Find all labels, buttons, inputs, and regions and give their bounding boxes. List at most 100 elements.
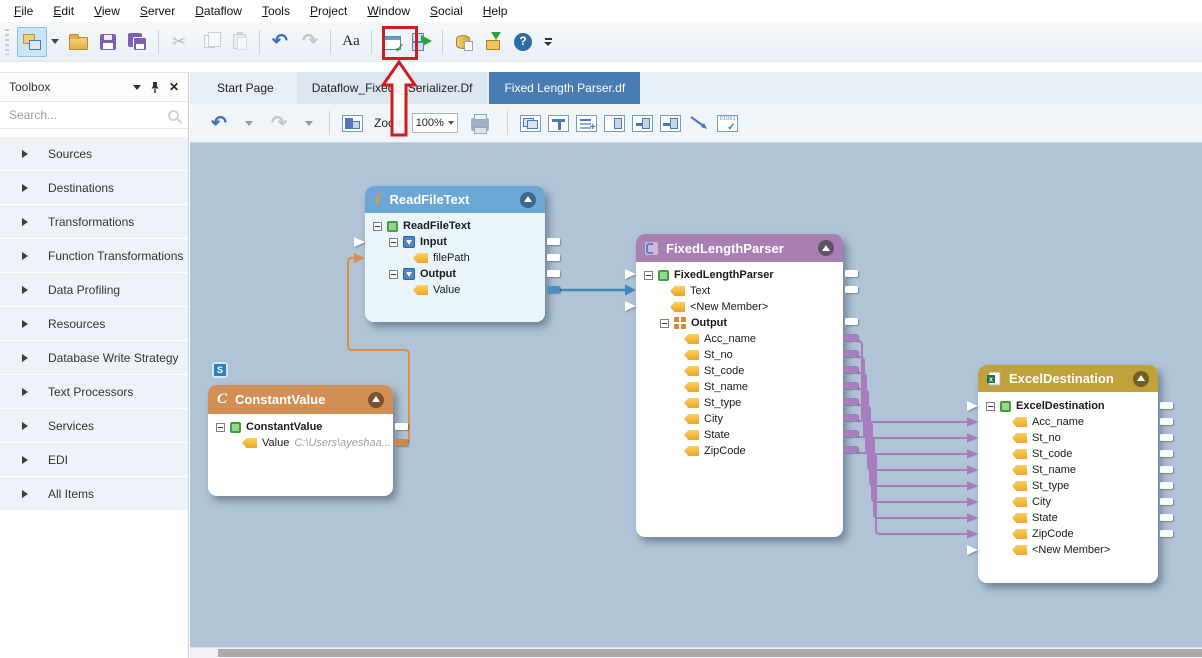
collapse-button[interactable] xyxy=(818,240,834,256)
menu-window[interactable]: Window xyxy=(357,1,420,21)
expander[interactable] xyxy=(216,423,225,432)
new-dropdown-arrow-icon[interactable] xyxy=(51,39,59,44)
preview-data-button[interactable] xyxy=(717,115,738,132)
node-header[interactable]: x ExcelDestination xyxy=(978,365,1158,392)
menu-tools[interactable]: Tools xyxy=(252,1,300,21)
help-button[interactable] xyxy=(508,27,538,57)
menu-project[interactable]: Project xyxy=(300,1,357,21)
diagram-undo-button[interactable] xyxy=(204,108,234,138)
draw-link-button[interactable] xyxy=(688,114,710,132)
node-fixedlengthparser[interactable]: FixedLengthParser FixedLengthParser Text… xyxy=(636,234,843,537)
output-port[interactable] xyxy=(1160,530,1173,537)
collapse-button[interactable] xyxy=(1133,371,1149,387)
toolbox-item-database-write-strategy[interactable]: Database Write Strategy xyxy=(0,341,188,374)
copy-button[interactable] xyxy=(194,27,224,57)
output-port[interactable] xyxy=(1160,402,1173,409)
add-item-button[interactable] xyxy=(576,115,597,132)
horizontal-scrollbar[interactable] xyxy=(190,647,1202,658)
save-all-button[interactable] xyxy=(123,27,153,57)
output-port-connected[interactable] xyxy=(845,430,858,437)
tab-start-page[interactable]: Start Page xyxy=(202,72,289,104)
node-header[interactable]: ConstantValue xyxy=(208,385,393,414)
input-port[interactable] xyxy=(967,401,978,411)
output-port[interactable] xyxy=(1160,418,1173,425)
collapse-button[interactable] xyxy=(368,392,384,408)
output-port[interactable] xyxy=(547,254,560,261)
auto-layout-button[interactable] xyxy=(520,115,541,132)
database-job-button[interactable] xyxy=(448,27,478,57)
expander[interactable] xyxy=(660,319,669,328)
menu-social[interactable]: Social xyxy=(420,1,473,21)
toolbox-item-destinations[interactable]: Destinations xyxy=(0,171,188,204)
output-port-connected[interactable] xyxy=(845,414,858,421)
output-port[interactable] xyxy=(1160,514,1173,521)
close-icon[interactable] xyxy=(169,81,179,93)
output-port-connected[interactable] xyxy=(845,446,858,453)
tab-fixed-length-parser[interactable]: Fixed Length Parser.df xyxy=(489,72,640,104)
expander[interactable] xyxy=(373,222,382,231)
undo-dropdown-icon[interactable] xyxy=(245,121,253,126)
node-readfiletext[interactable]: ReadFileText ReadFileText Input filePath… xyxy=(365,186,545,322)
node-header[interactable]: FixedLengthParser xyxy=(636,234,843,262)
cut-button[interactable] xyxy=(164,27,194,57)
menu-view[interactable]: View xyxy=(84,1,130,21)
toolbox-item-services[interactable]: Services xyxy=(0,409,188,442)
output-port[interactable] xyxy=(845,318,858,325)
output-port[interactable] xyxy=(1160,466,1173,473)
collapse-button[interactable] xyxy=(520,192,536,208)
menu-dataflow[interactable]: Dataflow xyxy=(185,1,252,21)
toolbox-item-all-items[interactable]: All Items xyxy=(0,477,188,510)
toolbox-item-transformations[interactable]: Transformations xyxy=(0,205,188,238)
dataflow-canvas[interactable]: ReadFileText ReadFileText Input filePath… xyxy=(190,143,1202,647)
menu-edit[interactable]: Edit xyxy=(43,1,84,21)
input-port[interactable] xyxy=(354,237,365,247)
menu-file[interactable]: File xyxy=(4,1,43,21)
output-port[interactable] xyxy=(547,238,560,245)
new-dataflow-button[interactable] xyxy=(17,27,47,57)
output-port[interactable] xyxy=(845,286,858,293)
node-constantvalue[interactable]: ConstantValue ConstantValue ValueC:\User… xyxy=(208,385,393,496)
deploy-button[interactable] xyxy=(478,27,508,57)
expander[interactable] xyxy=(389,270,398,279)
orientation-button[interactable] xyxy=(548,115,569,132)
node-exceldestination[interactable]: x ExcelDestination ExcelDestination Acc_… xyxy=(978,365,1158,583)
input-port[interactable] xyxy=(625,269,636,279)
input-port[interactable] xyxy=(967,545,978,555)
menu-server[interactable]: Server xyxy=(130,1,185,21)
output-port-connected[interactable] xyxy=(845,398,858,405)
output-port-connected[interactable] xyxy=(845,382,858,389)
save-button[interactable] xyxy=(93,27,123,57)
toolbox-menu-icon[interactable] xyxy=(133,85,141,90)
node-header[interactable]: ReadFileText xyxy=(365,186,545,213)
toolbox-item-edi[interactable]: EDI xyxy=(0,443,188,476)
expander[interactable] xyxy=(389,238,398,247)
output-port[interactable] xyxy=(1160,434,1173,441)
expander[interactable] xyxy=(986,402,995,411)
output-port[interactable] xyxy=(1160,450,1173,457)
open-button[interactable] xyxy=(63,27,93,57)
layout-options-button[interactable] xyxy=(342,115,363,132)
toggle-panel-button[interactable] xyxy=(604,115,625,132)
print-button[interactable] xyxy=(465,108,495,138)
toolbar-overflow-button[interactable] xyxy=(544,38,552,46)
output-port[interactable] xyxy=(845,270,858,277)
toolbox-item-sources[interactable]: Sources xyxy=(0,137,188,170)
input-port[interactable] xyxy=(625,301,636,311)
output-port-connected[interactable] xyxy=(547,286,560,293)
diagram-redo-button[interactable] xyxy=(264,108,294,138)
toolbar-grip[interactable] xyxy=(5,29,9,55)
menu-help[interactable]: Help xyxy=(473,1,518,21)
toolbox-item-resources[interactable]: Resources xyxy=(0,307,188,340)
resize-panel-button[interactable] xyxy=(660,115,681,132)
undo-button[interactable] xyxy=(265,27,295,57)
output-port-connected[interactable] xyxy=(395,439,408,446)
scrollbar-thumb[interactable] xyxy=(218,649,1202,657)
output-port-connected[interactable] xyxy=(845,366,858,373)
pin-icon[interactable] xyxy=(150,81,160,94)
output-port-connected[interactable] xyxy=(845,334,858,341)
toolbox-item-data-profiling[interactable]: Data Profiling xyxy=(0,273,188,306)
search-input[interactable] xyxy=(9,108,168,122)
paste-button[interactable] xyxy=(224,27,254,57)
redo-button[interactable] xyxy=(295,27,325,57)
output-port[interactable] xyxy=(1160,498,1173,505)
